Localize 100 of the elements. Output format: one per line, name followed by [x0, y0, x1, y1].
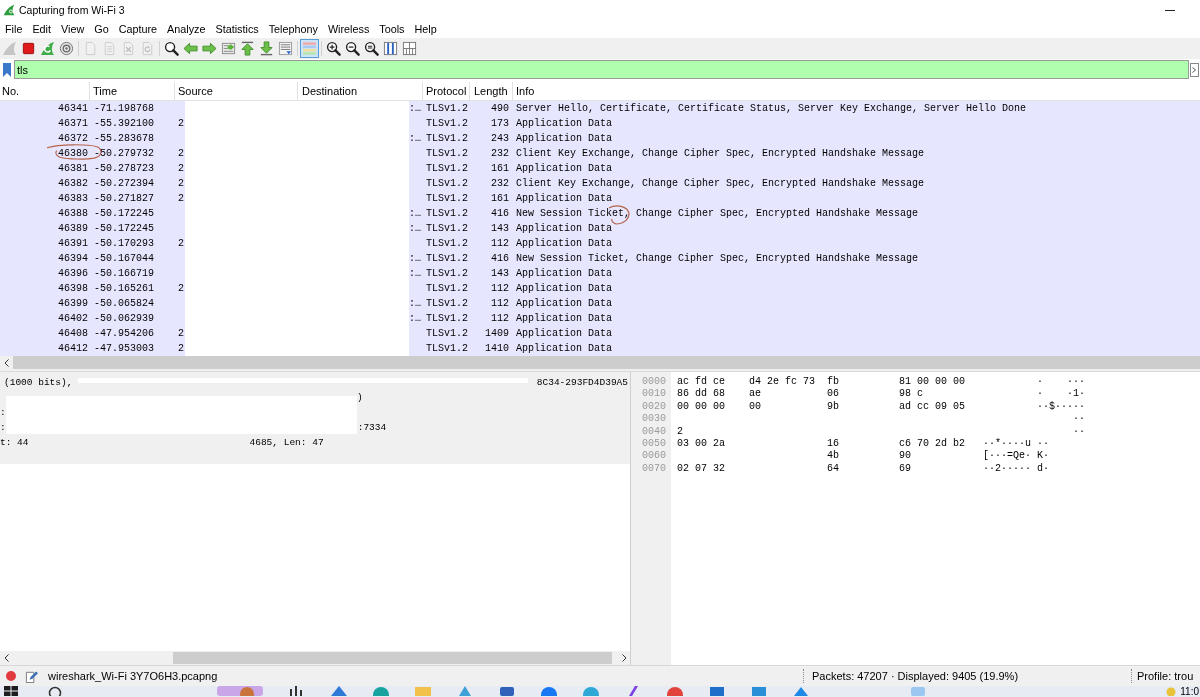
profile-label[interactable]: Profile: trou: [1137, 670, 1194, 682]
packet-number: 46381: [58, 163, 88, 174]
detail-text: 4685, Len: 47: [249, 436, 324, 450]
packet-row[interactable]: 46341 -71.198768 :… TLSv1.2 490 Server Hello, Certificate, Certificate Status, Server Key Exchange, Server Hello Done: [0, 101, 1200, 116]
packet-time: -50.271827: [94, 193, 154, 204]
packet-length: 143: [491, 268, 509, 279]
pencil-icon: [25, 669, 38, 683]
packet-protocol: TLSv1.2: [426, 178, 468, 189]
packet-length: 416: [491, 208, 509, 219]
packet-info: New Session Ticket, Change Cipher Spec, Encrypted Handshake Message: [516, 253, 919, 264]
app-icon[interactable]: [499, 686, 515, 696]
hex-bytes: 81 00 00 00: [899, 376, 966, 389]
capture-options-button[interactable]: [57, 39, 76, 58]
byte-offset: 0060: [642, 450, 666, 463]
first-packet-button[interactable]: [238, 39, 257, 58]
menu-item[interactable]: Analyze: [162, 23, 211, 35]
packet-row[interactable]: 46408 -47.954206 2 TLSv1.2 1409 Application Data: [0, 326, 1200, 341]
packet-length: 416: [491, 253, 509, 264]
packet-protocol: TLSv1.2: [426, 328, 468, 339]
packet-row[interactable]: 46391 -50.170293 2 TLSv1.2 112 Application Data: [0, 236, 1200, 251]
packet-row[interactable]: 46372 -55.283678 :… TLSv1.2 243 Application Data: [0, 131, 1200, 146]
close-file-icon: [121, 41, 136, 56]
packet-time: -50.062939: [94, 313, 154, 324]
autoscroll-button[interactable]: [276, 39, 295, 58]
menu-item[interactable]: File: [0, 23, 28, 35]
packet-number: 46402: [58, 313, 88, 324]
menu-item[interactable]: Tools: [374, 23, 410, 35]
packet-time: -50.167044: [94, 253, 154, 264]
packet-number: 46372: [58, 133, 88, 144]
packet-row[interactable]: 46412 -47.953003 2 TLSv1.2 1410 Application Data: [0, 341, 1200, 356]
menu-item[interactable]: Go: [89, 23, 114, 35]
zoom-in-button[interactable]: [324, 39, 343, 58]
filter-bookmark-button[interactable]: [0, 62, 14, 77]
packet-number: 46396: [58, 268, 88, 279]
taskbar-clock[interactable]: 11:0: [1180, 686, 1199, 697]
packet-protocol: TLSv1.2: [426, 208, 468, 219]
chevron-left-icon[interactable]: [4, 654, 9, 662]
column-header[interactable]: Time: [90, 82, 175, 100]
packet-source: 2: [178, 343, 184, 354]
chevron-left-icon[interactable]: [4, 358, 9, 367]
packet-row[interactable]: 46371 -55.392100 2 TLSv1.2 173 Application Data: [0, 116, 1200, 131]
app-icon[interactable]: [289, 686, 305, 696]
column-header[interactable]: Protocol: [423, 82, 470, 100]
normal-size-button[interactable]: [362, 39, 381, 58]
packet-row[interactable]: 46381 -50.278723 2 TLSv1.2 161 Application Data: [0, 161, 1200, 176]
packet-destination: :…: [409, 313, 421, 324]
packet-row[interactable]: 46383 -50.271827 2 TLSv1.2 161 Application Data: [0, 191, 1200, 206]
packet-protocol: TLSv1.2: [426, 283, 468, 294]
display-filter-field[interactable]: tls: [14, 60, 1189, 79]
packet-protocol: TLSv1.2: [426, 268, 468, 279]
packet-length: 161: [491, 193, 509, 204]
menu-item[interactable]: Telephony: [263, 23, 323, 35]
column-header[interactable]: Info: [513, 82, 1200, 100]
packet-number: 46380: [58, 148, 88, 159]
column-header[interactable]: No.: [0, 82, 90, 100]
packet-row[interactable]: 46394 -50.167044 :… TLSv1.2 416 New Session Ticket, Change Cipher Spec, Encrypted Handshake Message: [0, 251, 1200, 266]
restart-capture-button[interactable]: [38, 39, 57, 58]
chevron-right-icon[interactable]: [622, 654, 627, 662]
menu-item[interactable]: Edit: [27, 23, 56, 35]
packet-info: New Session Ticket, Change Cipher Spec, Encrypted Handshake Message: [516, 208, 919, 219]
hex-bytes: 64: [827, 462, 840, 476]
menu-item[interactable]: Wireless: [322, 23, 375, 35]
menu-item[interactable]: Statistics: [210, 23, 264, 35]
packet-row[interactable]: 46396 -50.166719 :… TLSv1.2 143 Application Data: [0, 266, 1200, 281]
packet-number: 46398: [58, 283, 88, 294]
packet-row[interactable]: 46382 -50.272394 2 TLSv1.2 232 Client Key Exchange, Change Cipher Spec, Encrypted Handshake Message: [0, 176, 1200, 191]
colorize-button[interactable]: [300, 39, 319, 58]
resize-columns-button[interactable]: [381, 39, 400, 58]
column-header[interactable]: Destination: [298, 82, 423, 100]
grid-logo-icon[interactable]: [4, 686, 18, 696]
down-arrow-icon: [259, 41, 274, 56]
column-header[interactable]: Source: [175, 82, 298, 100]
restart-icon: [40, 41, 55, 56]
packet-source: 2: [178, 283, 184, 294]
packet-number: 46388: [58, 208, 88, 219]
ring-icon[interactable]: [48, 686, 62, 696]
hex-bytes: d4 2e fc 73: [749, 376, 816, 389]
find-packet-button[interactable]: [162, 39, 181, 58]
packet-number: 46382: [58, 178, 88, 189]
apply-filter-button[interactable]: [1189, 62, 1200, 77]
packet-row[interactable]: 46402 -50.062939 :… TLSv1.2 112 Application Data: [0, 311, 1200, 326]
last-packet-button[interactable]: [257, 39, 276, 58]
horizontal-scrollbar[interactable]: [0, 651, 630, 665]
packet-row[interactable]: 46398 -50.165261 2 TLSv1.2 112 Application Data: [0, 281, 1200, 296]
status-dot-icon[interactable]: [6, 671, 16, 681]
capture-comment-button[interactable]: [25, 669, 38, 683]
packet-row[interactable]: 46399 -50.065824 :… TLSv1.2 112 Application Data: [0, 296, 1200, 311]
packet-info: Application Data: [516, 268, 612, 279]
menu-item[interactable]: Capture: [113, 23, 163, 35]
menu-item[interactable]: View: [56, 23, 90, 35]
scrollbar-thumb[interactable]: [173, 652, 612, 664]
zoom-out-button[interactable]: [343, 39, 362, 58]
up-arrow-icon: [240, 41, 255, 56]
layout-button[interactable]: [400, 39, 419, 58]
minimize-button[interactable]: [1165, 9, 1175, 11]
packet-number: 46412: [58, 343, 88, 354]
column-header[interactable]: Length: [470, 82, 513, 100]
menu-item[interactable]: Help: [409, 23, 442, 35]
packet-row[interactable]: 46389 -50.172245 :… TLSv1.2 143 Application Data: [0, 221, 1200, 236]
packet-row[interactable]: 46380 -50.279732 2 TLSv1.2 232 Client Key Exchange, Change Cipher Spec, Encrypted Handshake Message: [0, 146, 1200, 161]
